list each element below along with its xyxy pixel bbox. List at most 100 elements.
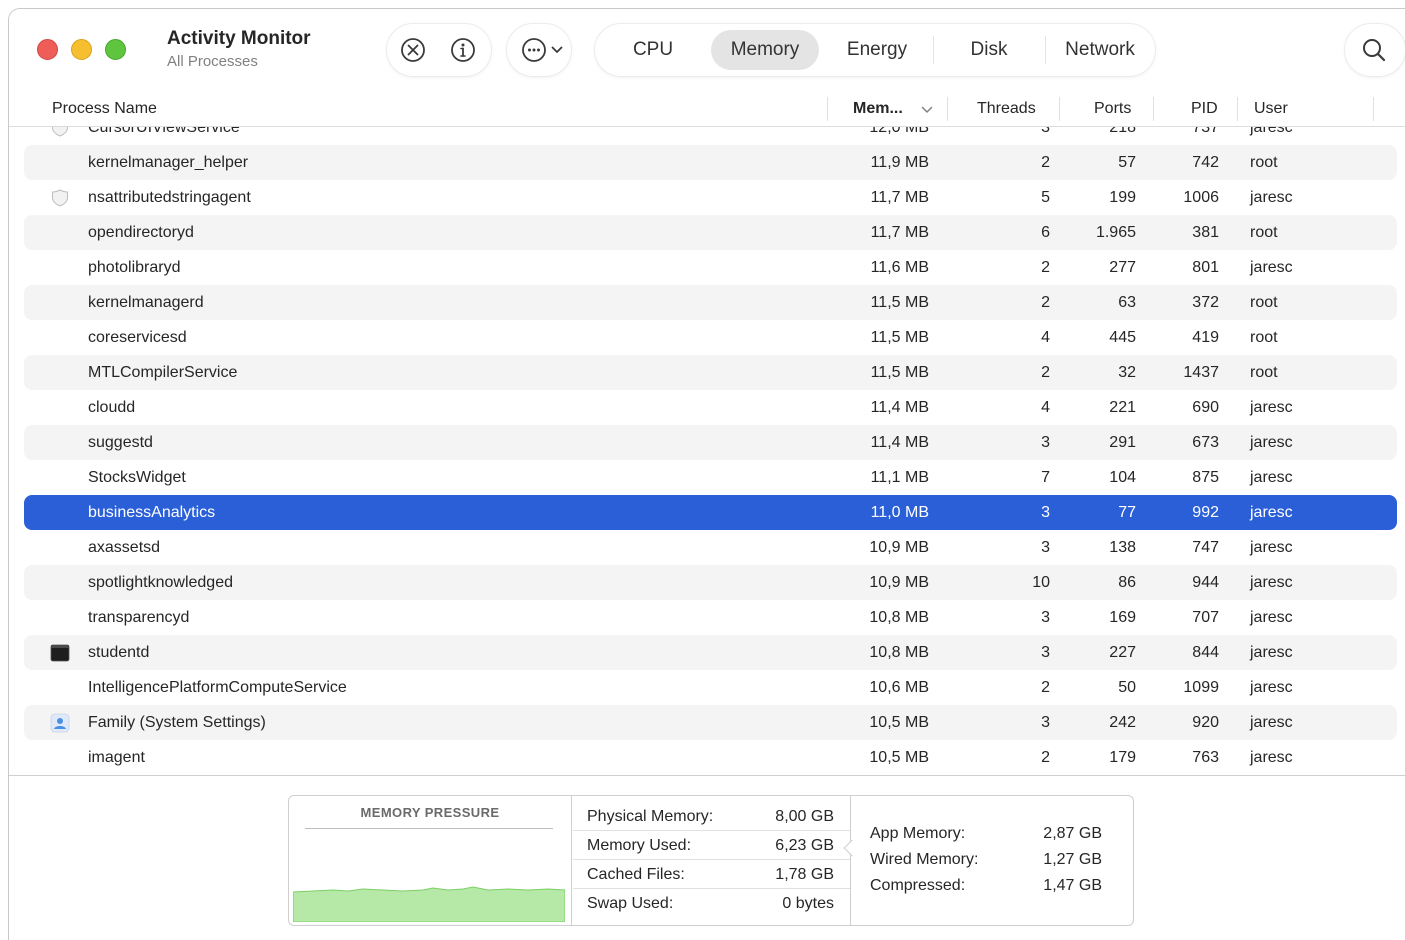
- table-row[interactable]: nsattributedstringagent 11,7 MB 5 199 1006 ja…: [24, 180, 1397, 215]
- ports-cell: 291: [1109, 433, 1136, 451]
- memory-cell: 10,5 MB: [869, 748, 929, 766]
- table-row[interactable]: kernelmanagerd 11,5 MB 2 63 372 root: [24, 285, 1397, 320]
- memory-cell: 11,5 MB: [870, 328, 929, 346]
- pid-cell: 737: [1192, 127, 1219, 136]
- tab-network[interactable]: Network: [1051, 30, 1149, 70]
- process-name-cell: transparencyd: [88, 608, 190, 626]
- column-header-ports[interactable]: Ports: [1094, 91, 1131, 127]
- column-header-pid[interactable]: PID: [1191, 91, 1218, 127]
- column-header-memory[interactable]: Mem...: [853, 91, 903, 127]
- ports-cell: 169: [1109, 608, 1136, 626]
- table-row[interactable]: axassetsd 10,9 MB 3 138 747 jaresc: [24, 530, 1397, 565]
- stat-wired-memory: Wired Memory: 1,27 GB: [852, 847, 1134, 873]
- column-header-threads[interactable]: Threads: [977, 91, 1036, 127]
- memory-cell: 10,9 MB: [869, 538, 929, 556]
- threads-cell: 2: [1041, 678, 1050, 696]
- process-name-cell: IntelligencePlatformComputeService: [88, 678, 347, 696]
- tab-disk[interactable]: Disk: [941, 30, 1037, 70]
- ports-cell: 32: [1118, 363, 1136, 381]
- stat-label: Swap Used:: [587, 895, 674, 912]
- tab-separator: [933, 36, 934, 64]
- shield-icon: [52, 127, 68, 137]
- threads-cell: 3: [1041, 608, 1050, 626]
- stat-value: 6,23 GB: [775, 837, 834, 854]
- inspect-process-button[interactable]: [449, 36, 477, 64]
- table-row[interactable]: IntelligencePlatformComputeService 10,6 M…: [24, 670, 1397, 705]
- process-name-cell: imagent: [88, 748, 145, 766]
- table-row[interactable]: opendirectoryd 11,7 MB 6 1.965 381 root: [24, 215, 1397, 250]
- stat-label: Compressed:: [870, 877, 966, 894]
- table-header: Process Name Mem... Threads Ports PID Us…: [9, 91, 1405, 127]
- tab-cpu[interactable]: CPU: [603, 30, 703, 70]
- threads-cell: 6: [1041, 223, 1050, 241]
- ports-cell: 227: [1109, 643, 1136, 661]
- tab-memory[interactable]: Memory: [711, 30, 819, 70]
- ports-cell: 50: [1118, 678, 1136, 696]
- table-row[interactable]: MTLCompilerService 11,5 MB 2 32 1437 root: [24, 355, 1397, 390]
- column-header-user[interactable]: User: [1254, 91, 1288, 127]
- column-separator[interactable]: [947, 97, 948, 121]
- process-name-cell: kernelmanager_helper: [88, 153, 249, 171]
- tab-energy[interactable]: Energy: [827, 30, 927, 70]
- tab-separator: [1045, 36, 1046, 64]
- table-row[interactable]: imagent 10,5 MB 2 179 763 jaresc: [24, 740, 1397, 775]
- stat-label: Physical Memory:: [587, 808, 714, 825]
- close-window-button[interactable]: [37, 39, 58, 60]
- table-row[interactable]: Family (System Settings) 10,5 MB 3 242 920 ja…: [24, 705, 1397, 740]
- table-row[interactable]: cloudd 11,4 MB 4 221 690 jaresc: [24, 390, 1397, 425]
- table-row[interactable]: studentd 10,8 MB 3 227 844 jaresc: [24, 635, 1397, 670]
- info-icon: [451, 38, 475, 62]
- column-separator[interactable]: [1059, 97, 1060, 121]
- user-cell: jaresc: [1250, 713, 1293, 731]
- family-icon: [50, 713, 70, 733]
- process-name-cell: nsattributedstringagent: [88, 188, 251, 206]
- threads-cell: 3: [1041, 127, 1050, 136]
- process-name-cell: StocksWidget: [88, 468, 186, 486]
- table-row[interactable]: coreservicesd 11,5 MB 4 445 419 root: [24, 320, 1397, 355]
- process-table[interactable]: CursorUIViewService 12,0 MB 3 218 737 jaresc k…: [9, 127, 1405, 775]
- threads-cell: 2: [1041, 258, 1050, 276]
- threads-cell: 2: [1041, 153, 1050, 171]
- table-row[interactable]: suggestd 11,4 MB 3 291 673 jaresc: [24, 425, 1397, 460]
- memory-cell: 11,4 MB: [870, 433, 929, 451]
- pid-cell: 747: [1192, 538, 1219, 556]
- table-row[interactable]: spotlightknowledged 10,9 MB 10 86 944 jaresc: [24, 565, 1397, 600]
- search-button[interactable]: [1345, 24, 1405, 76]
- minimize-window-button[interactable]: [71, 39, 92, 60]
- user-cell: jaresc: [1250, 678, 1293, 696]
- process-name-cell: photolibraryd: [88, 258, 181, 276]
- ports-cell: 63: [1118, 293, 1136, 311]
- more-options-button[interactable]: [507, 24, 571, 76]
- zoom-window-button[interactable]: [105, 39, 126, 60]
- user-cell: root: [1250, 223, 1278, 241]
- column-separator[interactable]: [1153, 97, 1154, 121]
- process-actions-group: [387, 24, 491, 76]
- table-row[interactable]: CursorUIViewService 12,0 MB 3 218 737 jaresc: [24, 127, 1397, 145]
- stat-memory-used: Memory Used: 6,23 GB: [573, 831, 850, 860]
- column-separator[interactable]: [827, 97, 828, 121]
- user-cell: jaresc: [1250, 258, 1293, 276]
- stat-swap-used: Swap Used: 0 bytes: [573, 889, 850, 918]
- column-separator[interactable]: [1237, 97, 1238, 121]
- stat-label: Memory Used:: [587, 837, 692, 854]
- table-row[interactable]: businessAnalytics 11,0 MB 3 77 992 jaresc: [24, 495, 1397, 530]
- ports-cell: 104: [1109, 468, 1136, 486]
- process-name-cell: MTLCompilerService: [88, 363, 238, 381]
- ports-cell: 77: [1118, 503, 1136, 521]
- user-cell: jaresc: [1250, 538, 1293, 556]
- stop-process-button[interactable]: [399, 36, 427, 64]
- pid-cell: 875: [1192, 468, 1219, 486]
- table-row[interactable]: StocksWidget 11,1 MB 7 104 875 jaresc: [24, 460, 1397, 495]
- more-options-icon-wrap: [520, 36, 548, 64]
- column-separator[interactable]: [1373, 97, 1374, 121]
- sort-chevron-down-icon: [921, 106, 933, 113]
- column-header-process-name[interactable]: Process Name: [52, 91, 157, 127]
- memory-cell: 10,8 MB: [869, 608, 929, 626]
- threads-cell: 3: [1041, 503, 1050, 521]
- table-row[interactable]: photolibraryd 11,6 MB 2 277 801 jaresc: [24, 250, 1397, 285]
- stat-value: 1,47 GB: [1043, 877, 1102, 894]
- stat-app-memory: App Memory: 2,87 GB: [852, 821, 1134, 847]
- table-row[interactable]: transparencyd 10,8 MB 3 169 707 jaresc: [24, 600, 1397, 635]
- stat-label: App Memory:: [870, 825, 966, 842]
- table-row[interactable]: kernelmanager_helper 11,9 MB 2 57 742 root: [24, 145, 1397, 180]
